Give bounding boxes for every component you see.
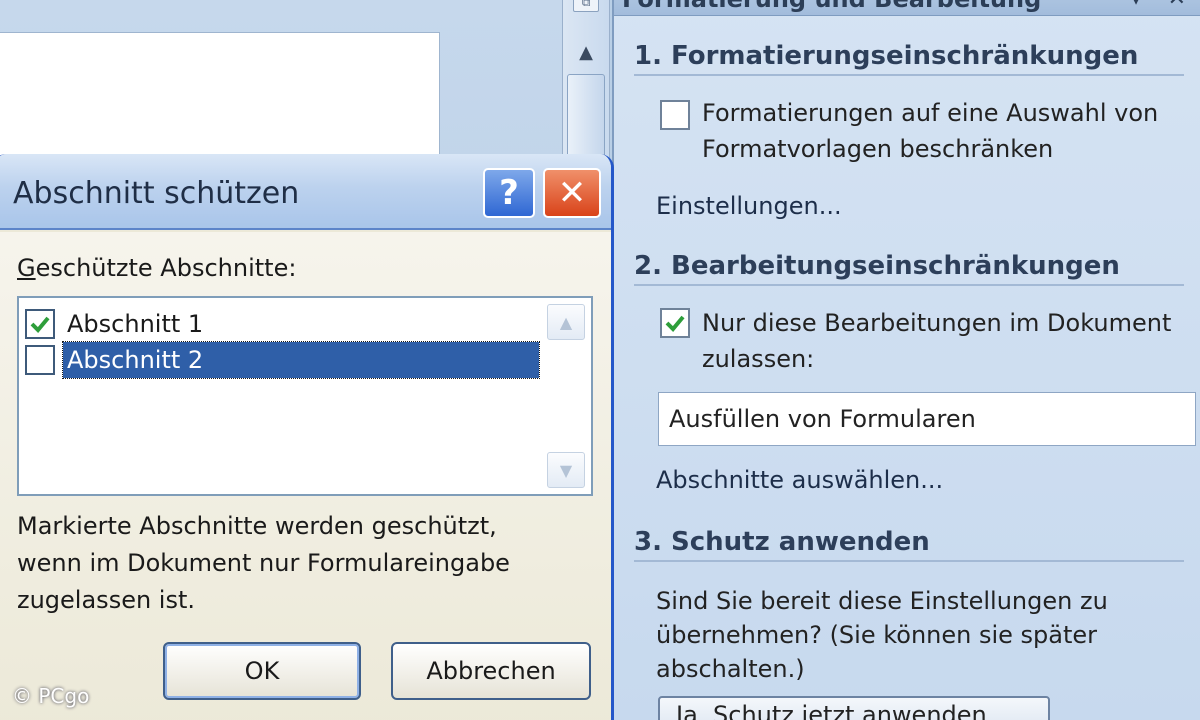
pane-menu-icon[interactable]: ▾ (1131, 0, 1142, 12)
list-scrollbar[interactable]: ▲ ▼ (547, 304, 585, 488)
list-label-text: eschützte Abschnitte: (35, 254, 297, 282)
apply-text-line2: übernehmen? (Sie können sie später (656, 621, 1098, 649)
dialog-title: Abschnitt schützen (13, 176, 300, 211)
formatting-restriction-label: Formatierungen auf eine Auswahl von (702, 99, 1159, 127)
checkmark-icon (30, 316, 50, 333)
copyright-watermark: © PCgo (12, 684, 90, 708)
section-1-label: Abschnitt 1 (67, 310, 204, 338)
formatting-restriction-checkbox[interactable] (660, 100, 690, 130)
list-scroll-up-icon[interactable]: ▲ (547, 304, 585, 340)
list-item[interactable]: Abschnitt 2 (19, 341, 540, 379)
ok-button[interactable]: OK (163, 642, 361, 700)
apply-text-line3: abschalten.) (656, 655, 805, 683)
formatting-restriction-label-line2: Formatvorlagen beschränken (702, 135, 1054, 163)
editing-restriction-label-line2: zulassen: (702, 345, 815, 373)
editing-type-select[interactable]: Ausfüllen von Formularen (658, 392, 1196, 446)
checkmark-icon (665, 315, 685, 332)
list-label-accesskey: G (17, 254, 36, 282)
split-view-icon[interactable]: ⧉ (573, 0, 599, 12)
section-1-checkbox[interactable] (25, 309, 55, 339)
list-scroll-down-icon[interactable]: ▼ (547, 452, 585, 488)
settings-link[interactable]: Einstellungen... (656, 192, 842, 220)
editing-restriction-label: Nur diese Bearbeitungen im Dokument (702, 309, 1172, 337)
apply-protection-button[interactable]: Ja, Schutz jetzt anwenden (658, 696, 1050, 720)
dialog-info-text: Markierte Abschnitte werden geschützt, w… (17, 508, 597, 619)
help-icon: ? (499, 173, 519, 213)
help-button[interactable]: ? (483, 168, 535, 218)
protected-sections-label: Geschützte Abschnitte: (17, 254, 296, 282)
apply-text-line1: Sind Sie bereit diese Einstellungen zu (656, 587, 1108, 615)
section-title-editing: 2. Bearbeitungseinschränkungen (634, 250, 1184, 286)
select-sections-link[interactable]: Abschnitte auswählen... (656, 466, 943, 494)
section-title-formatting: 1. Formatierungseinschränkungen (634, 40, 1184, 76)
info-line-1: Markierte Abschnitte werden geschützt, (17, 512, 497, 540)
info-line-2: wenn im Dokument nur Formulareingabe (17, 549, 510, 577)
editing-restriction-checkbox[interactable] (660, 308, 690, 338)
section-2-checkbox[interactable] (25, 345, 55, 375)
close-icon: ✕ (557, 173, 587, 213)
section-2-label: Abschnitt 2 (62, 341, 540, 379)
protected-sections-list[interactable]: Abschnitt 1 Abschnitt 2 ▲ ▼ (17, 296, 593, 496)
pane-close-icon[interactable]: ✕ (1168, 0, 1186, 12)
list-item[interactable]: Abschnitt 1 (19, 306, 539, 342)
protect-section-dialog: Abschnitt schützen ? ✕ Geschützte Abschn… (0, 154, 614, 720)
task-pane: Formatierung und Bearbeitung ▾ ✕ 1. Form… (612, 0, 1200, 720)
info-line-3: zugelassen ist. (17, 586, 196, 614)
task-pane-header-buttons: ▾ ✕ (1131, 0, 1186, 12)
dialog-titlebar[interactable]: Abschnitt schützen ? ✕ (0, 154, 611, 230)
close-button[interactable]: ✕ (543, 168, 601, 218)
task-pane-title: Formatierung und Bearbeitung (614, 0, 1200, 16)
scroll-up-icon[interactable]: ▲ (567, 36, 605, 68)
cancel-button[interactable]: Abbrechen (391, 642, 591, 700)
section-title-apply: 3. Schutz anwenden (634, 526, 1184, 562)
